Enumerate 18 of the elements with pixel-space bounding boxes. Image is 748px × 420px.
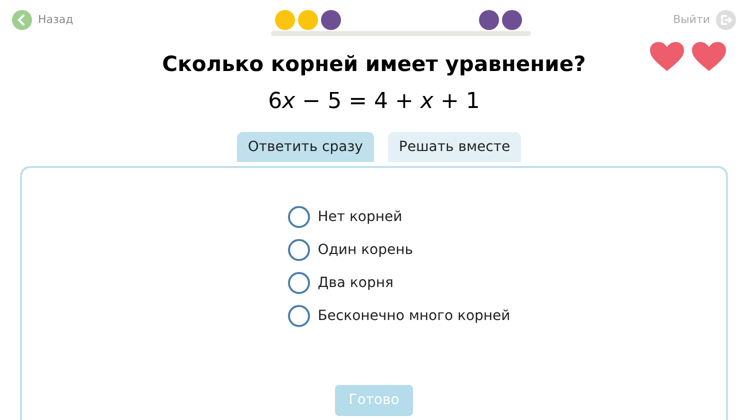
equation: 6x − 5 = 4 + x + 1 (268, 88, 480, 116)
radio-button[interactable] (288, 305, 310, 327)
exit-icon (716, 10, 736, 30)
tab[interactable]: Ответить сразу (236, 132, 374, 162)
radio-button[interactable] (288, 272, 310, 294)
radio-button[interactable] (288, 239, 310, 261)
tab[interactable]: Решать вместе (388, 132, 522, 162)
option-label: Один корень (318, 240, 414, 260)
back-link[interactable]: Назад (12, 10, 74, 30)
back-icon (12, 10, 32, 30)
option-label: Бесконечно много корней (318, 306, 510, 326)
heart-icon (692, 42, 726, 72)
heart-icon (650, 42, 684, 72)
radio-button[interactable] (288, 206, 310, 228)
question-title: Сколько корней имеет уравнение? (162, 51, 586, 78)
option-label: Два корня (318, 274, 394, 292)
option-label: Нет корней (318, 208, 402, 226)
exit-link[interactable]: Выйти (673, 10, 736, 30)
